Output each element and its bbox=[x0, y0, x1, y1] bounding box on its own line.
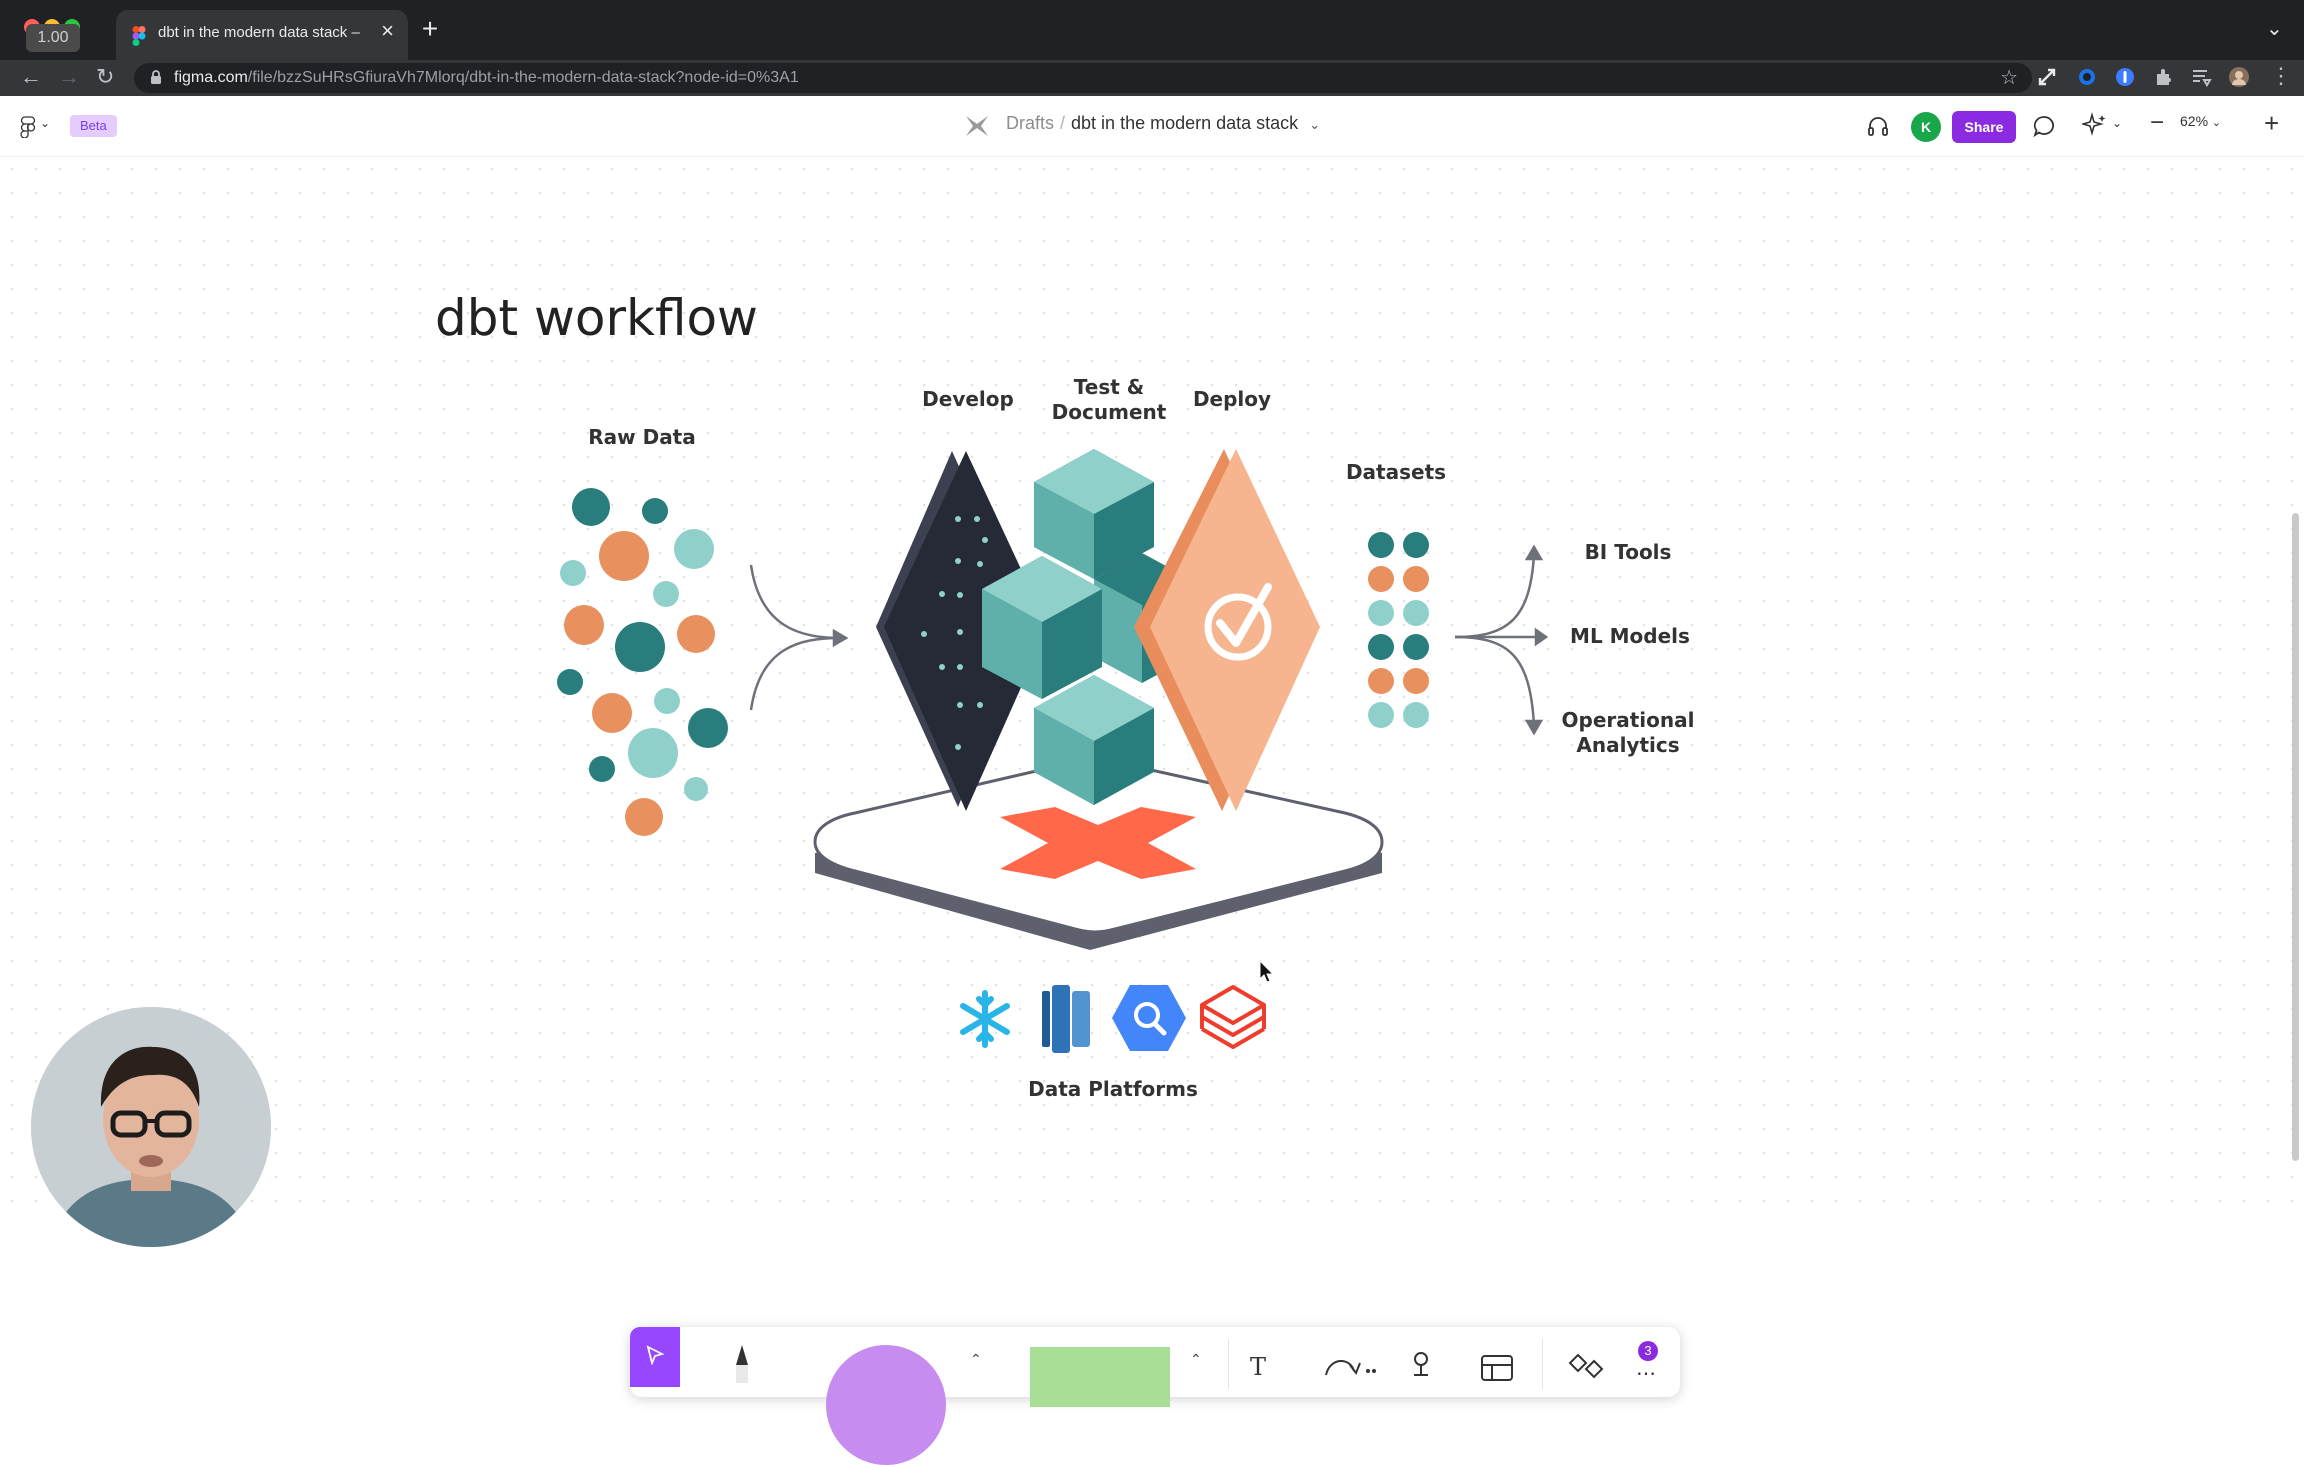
main-menu-chevron-icon[interactable]: ⌄ bbox=[40, 116, 50, 130]
deploy-diamond bbox=[1134, 449, 1320, 811]
toolbar-divider bbox=[1228, 1339, 1229, 1389]
dbt-workflow-diagram bbox=[557, 449, 1549, 1053]
bookmark-star-icon[interactable]: ☆ bbox=[2000, 65, 2018, 90]
tab-close-icon[interactable]: × bbox=[381, 20, 394, 42]
connector-tool-icon[interactable] bbox=[1320, 1351, 1380, 1381]
stamp-tool-icon[interactable] bbox=[1410, 1351, 1432, 1381]
browser-tab[interactable]: dbt in the modern data stack – × bbox=[116, 10, 408, 60]
comment-icon[interactable] bbox=[2032, 114, 2056, 138]
bottom-toolbar: ⌃ ⌃ T 3 ⋯ bbox=[630, 1327, 1680, 1465]
sticky-tool-chevron-icon[interactable]: ⌃ bbox=[1190, 1351, 1202, 1368]
extension-circle-icon[interactable] bbox=[2076, 66, 2098, 88]
profile-avatar-icon[interactable] bbox=[2228, 66, 2250, 88]
url-input[interactable]: figma.com/file/bzzSuHRsGfiuraVh7Mlorq/db… bbox=[134, 63, 2032, 93]
databricks-icon bbox=[1200, 985, 1266, 1049]
figma-favicon-icon bbox=[132, 26, 146, 46]
ai-sparkle-icon[interactable] bbox=[2082, 112, 2108, 138]
tab-search-chevron-icon[interactable]: ⌄ bbox=[2266, 16, 2283, 41]
reading-list-icon[interactable] bbox=[2190, 66, 2212, 88]
share-button[interactable]: Share bbox=[1952, 111, 2016, 143]
back-arrow-icon[interactable]: ← bbox=[20, 64, 42, 90]
browser-address-bar: ← → ↻ figma.com/file/bzzSuHRsGfiuraVh7Ml… bbox=[0, 60, 2304, 96]
zoom-in-icon[interactable]: + bbox=[2264, 108, 2279, 139]
browser-menu-icon[interactable]: ⋮ bbox=[2270, 63, 2292, 89]
vertical-scrollbar[interactable] bbox=[2292, 513, 2299, 1161]
new-tab-button[interactable]: + bbox=[416, 15, 444, 44]
section-tool-icon[interactable] bbox=[1480, 1353, 1514, 1383]
datasets-dots bbox=[1368, 532, 1429, 728]
reload-icon[interactable]: ↻ bbox=[96, 64, 114, 90]
beta-badge: Beta bbox=[70, 115, 117, 137]
mouse-cursor-icon bbox=[1259, 959, 1275, 983]
tab-title: dbt in the modern data stack – bbox=[158, 24, 360, 41]
forward-arrow-icon[interactable]: → bbox=[58, 64, 80, 90]
figma-toolbar: ⌄ Beta Drafts / dbt in the modern data sta… bbox=[0, 96, 2304, 157]
shape-tool-chevron-icon[interactable]: ⌃ bbox=[970, 1351, 982, 1368]
dbt-logo-icon bbox=[966, 116, 988, 136]
breadcrumb-drafts[interactable]: Drafts bbox=[1006, 113, 1054, 133]
marker-pen-icon[interactable] bbox=[730, 1343, 754, 1383]
input-arrows bbox=[749, 564, 849, 711]
zoom-out-icon[interactable]: − bbox=[2150, 109, 2164, 137]
puzzle-extensions-icon[interactable] bbox=[2152, 66, 2174, 88]
url-host: figma.com bbox=[174, 69, 248, 86]
figma-main-menu-icon[interactable] bbox=[20, 116, 36, 138]
presenter-video-feed bbox=[31, 1007, 271, 1247]
notification-count-badge: 3 bbox=[1638, 1341, 1658, 1361]
bigquery-icon bbox=[1112, 985, 1186, 1051]
widgets-plugins-icon[interactable] bbox=[1568, 1351, 1608, 1385]
version-badge: 1.00 bbox=[26, 24, 80, 52]
presenter-webcam bbox=[31, 1007, 271, 1247]
ai-menu-chevron-icon[interactable]: ⌄ bbox=[2112, 116, 2122, 130]
zoom-chevron-icon: ⌄ bbox=[2211, 117, 2222, 129]
zoom-dropdown[interactable]: 62% ⌄ bbox=[2180, 113, 2221, 129]
password-manager-icon[interactable] bbox=[2114, 66, 2136, 88]
file-menu-chevron-icon[interactable]: ⌄ bbox=[1309, 117, 1320, 132]
text-tool-icon[interactable]: T bbox=[1250, 1353, 1266, 1381]
cursor-arrow-icon bbox=[646, 1345, 664, 1365]
expand-arrows-icon[interactable] bbox=[2036, 66, 2058, 88]
shape-tool-circle[interactable] bbox=[826, 1345, 946, 1465]
url-path: /file/bzzSuHRsGfiuraVh7Mlorq/dbt-in-the-… bbox=[247, 69, 799, 86]
file-name[interactable]: dbt in the modern data stack bbox=[1071, 113, 1298, 133]
breadcrumb: Drafts / dbt in the modern data stack ⌄ bbox=[1006, 113, 1321, 133]
collaborator-avatar[interactable]: K bbox=[1911, 112, 1941, 142]
select-tool-button[interactable] bbox=[630, 1327, 680, 1387]
more-tools-icon[interactable]: ⋯ bbox=[1636, 1361, 1656, 1386]
sticky-note-tool[interactable] bbox=[1030, 1347, 1170, 1407]
zoom-level: 62% bbox=[2180, 113, 2209, 129]
redshift-icon bbox=[1042, 985, 1090, 1053]
raw-data-dots bbox=[557, 488, 728, 836]
browser-tab-bar: 1.00 dbt in the modern data stack – × + … bbox=[0, 0, 2304, 60]
snowflake-icon bbox=[960, 990, 1010, 1048]
figjam-canvas[interactable]: dbt workflow Raw Data Develop Test & Doc… bbox=[0, 157, 2304, 1465]
toolbar-divider-2 bbox=[1542, 1339, 1543, 1389]
headphones-audio-icon[interactable] bbox=[1866, 114, 1890, 138]
lock-icon bbox=[151, 70, 161, 84]
output-arrows bbox=[1454, 544, 1549, 736]
